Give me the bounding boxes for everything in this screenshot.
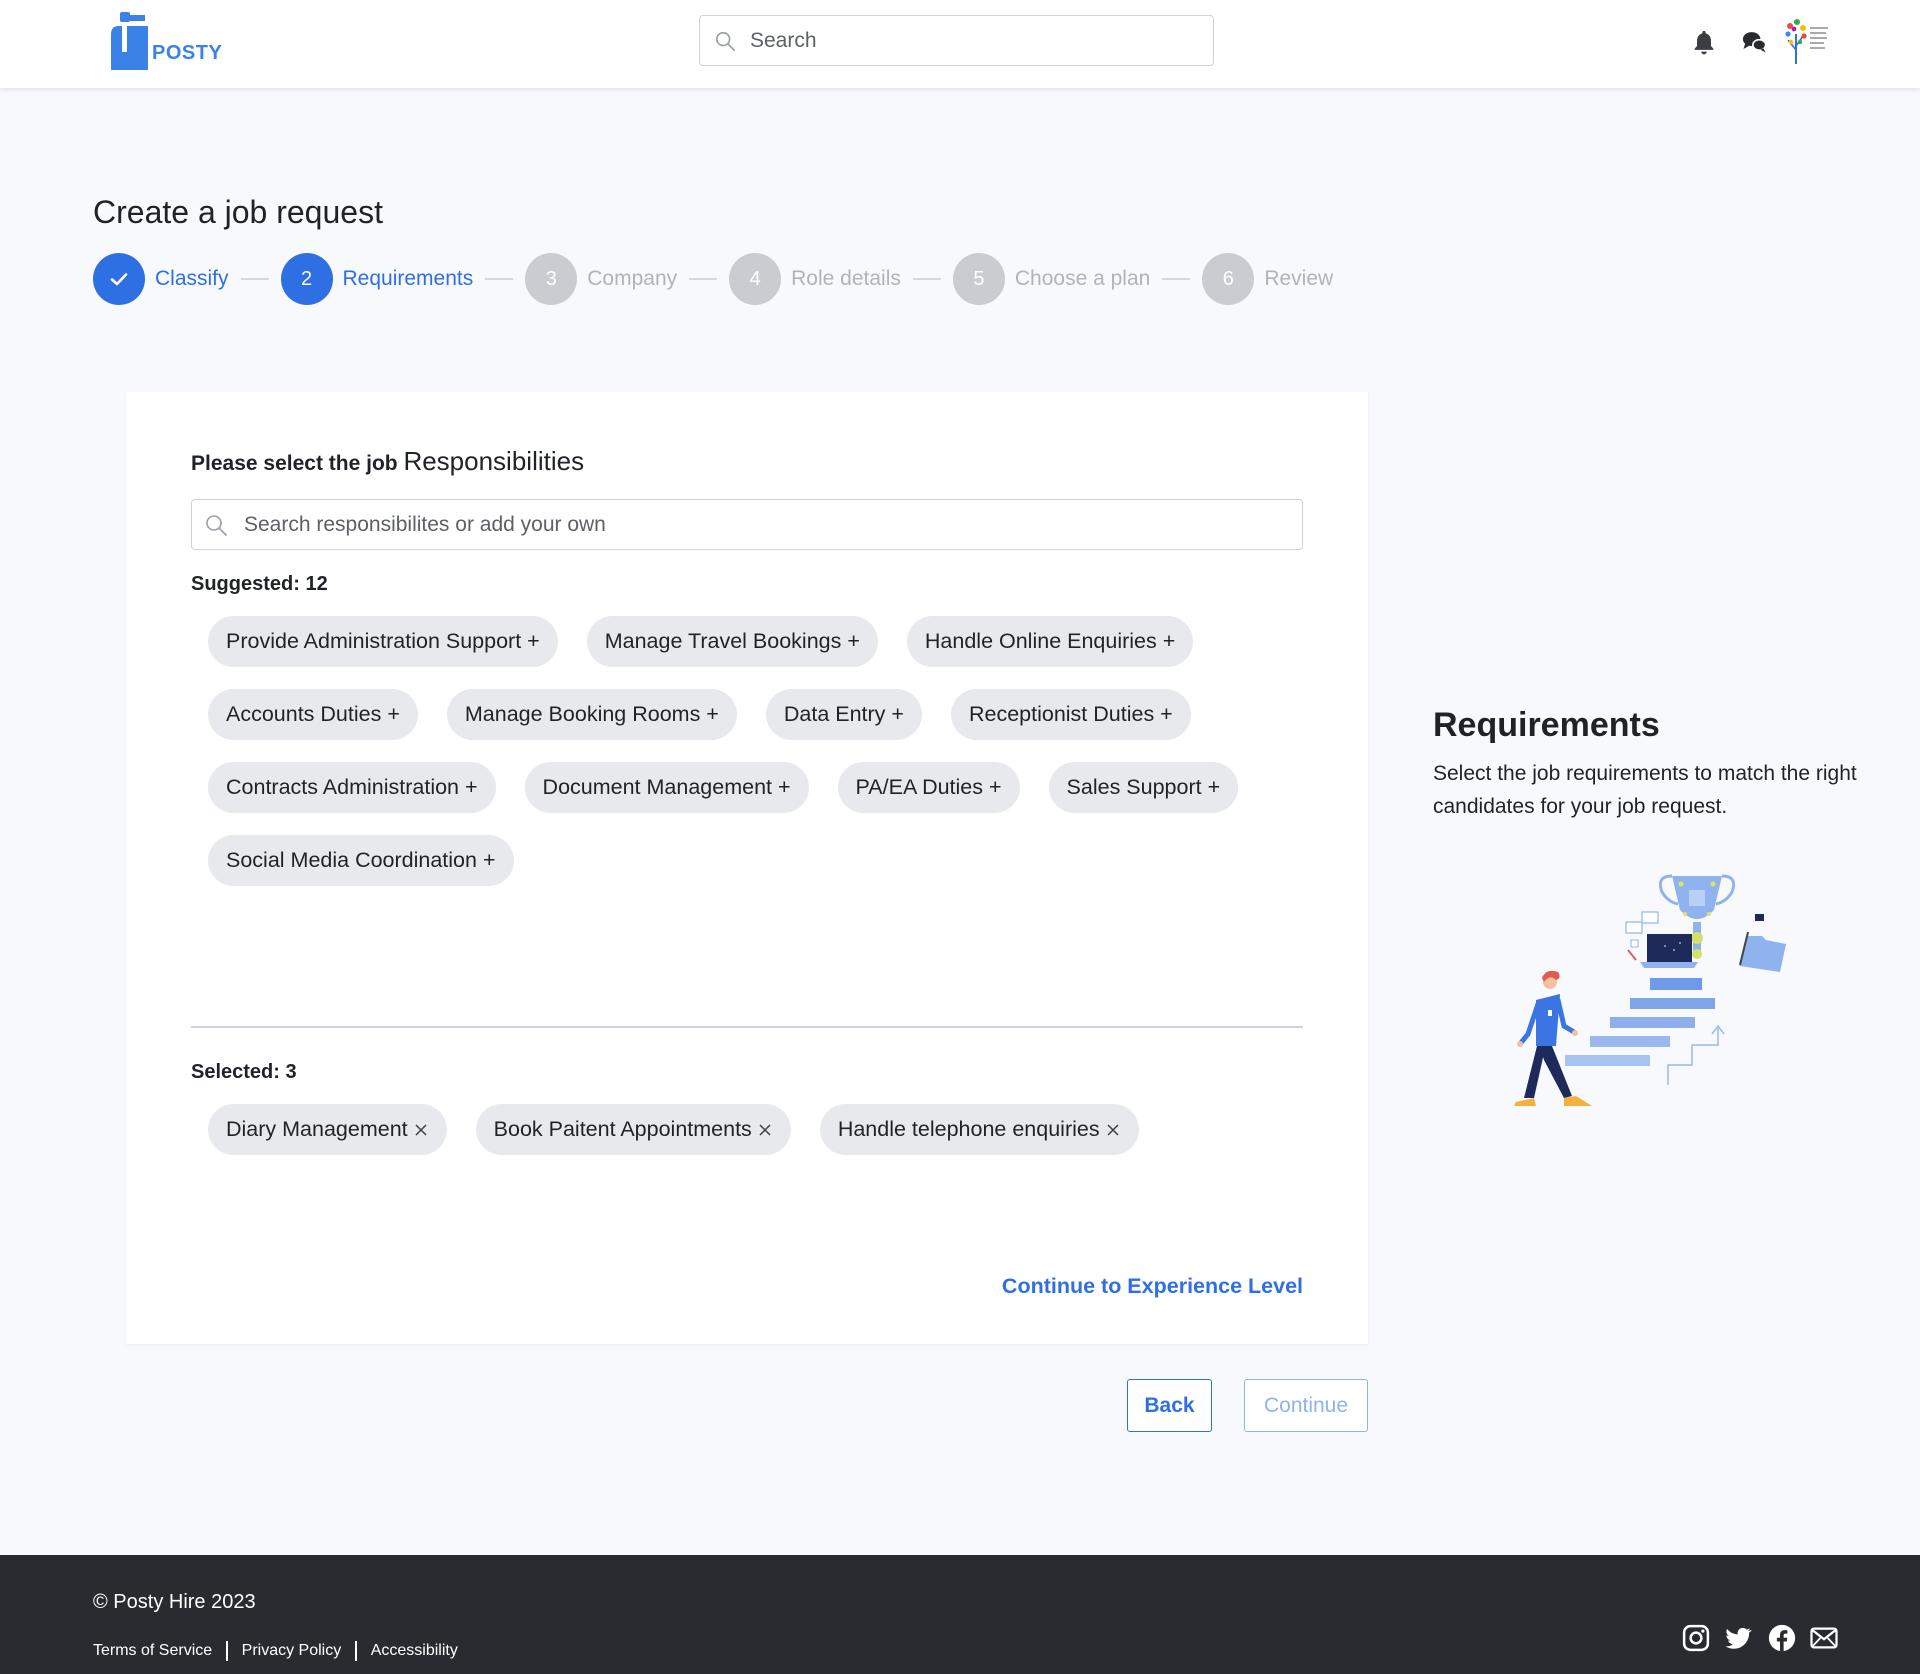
career-trophy-illustration [1514,874,1786,1106]
selected-chip[interactable]: Handle telephone enquiries [819,1104,1139,1155]
terms-of-service-link[interactable]: Terms of Service [93,1642,212,1660]
step-classify[interactable]: Classify [93,253,229,305]
page-title: Create a job request [93,194,383,230]
suggested-chip[interactable]: Document Management + [524,762,809,813]
step-label: Classify [155,267,229,290]
card-heading: Please select the job Responsibilities [191,446,584,477]
privacy-policy-link[interactable]: Privacy Policy [242,1642,342,1660]
responsibilities-card: Please select the job Responsibilities S… [126,392,1368,1344]
selected-chip-label: Book Paitent Appointments [493,1117,752,1141]
step-connector [1162,278,1191,280]
email-icon[interactable] [1809,1623,1839,1653]
suggested-chip[interactable]: Accounts Duties + [208,689,418,740]
step-label: Choose a plan [1014,267,1151,290]
logo-text: POSTY [152,42,223,64]
continue-button[interactable]: Continue [1244,1379,1368,1432]
suggested-chip[interactable]: Social Media Coordination + [208,835,514,886]
step-number-circle: 5 [952,253,1005,305]
step-label: Company [587,267,678,290]
back-button[interactable]: Back [1127,1379,1212,1432]
suggested-chip[interactable]: PA/EA Duties + [837,762,1020,813]
selected-chip-list: Diary Management Book Paitent Appointmen… [208,1104,1308,1155]
suggested-chip[interactable]: Manage Travel Bookings + [586,616,878,667]
selected-count: Selected: 3 [191,1061,297,1083]
side-panel-description: Select the job requirements to match the… [1433,762,1857,818]
step-label: Review [1264,267,1334,290]
global-search-input[interactable] [750,28,1190,53]
selected-chip[interactable]: Diary Management [208,1104,447,1155]
suggested-chip[interactable]: Sales Support + [1048,762,1239,813]
step-number-circle: 2 [280,253,333,305]
chat-icon[interactable] [1740,28,1768,56]
top-header: POSTY [0,0,1920,88]
posty-logo[interactable]: POSTY [108,12,228,72]
site-footer: © Posty Hire 2023 Terms of Service Priva… [0,1555,1920,1674]
instagram-icon[interactable] [1681,1623,1711,1653]
step-number-circle: 4 [729,253,782,305]
suggested-chip[interactable]: Contracts Administration + [208,762,496,813]
card-heading-prefix: Please select the job [191,452,404,475]
step-choose-plan[interactable]: 5 Choose a plan [952,253,1151,305]
logo-mailbox-icon [111,12,148,70]
footer-links: Terms of Service Privacy Policy Accessib… [93,1641,458,1661]
responsibility-search[interactable] [191,499,1303,550]
facebook-icon[interactable] [1767,1623,1797,1653]
copyright-text: © Posty Hire 2023 [93,1591,256,1613]
selected-chip-label: Diary Management [226,1117,408,1141]
twitter-icon[interactable] [1723,1623,1753,1653]
selected-chip[interactable]: Book Paitent Appointments [475,1104,791,1155]
step-connector [689,278,718,280]
step-label: Requirements [342,267,474,290]
suggested-chip-list: Provide Administration Support + Manage … [208,616,1308,886]
suggested-chip[interactable]: Manage Booking Rooms + [446,689,737,740]
step-number-circle: 3 [525,253,578,305]
step-requirements[interactable]: 2 Requirements [280,253,474,305]
suggested-chip[interactable]: Data Entry + [765,689,922,740]
suggested-count: Suggested: 12 [191,573,328,595]
section-divider [191,1026,1303,1028]
step-number-circle: 6 [1202,253,1255,305]
notification-bell-icon[interactable] [1690,28,1718,56]
step-company[interactable]: 3 Company [525,253,677,305]
close-icon[interactable] [1105,1122,1121,1138]
suggested-chip[interactable]: Provide Administration Support + [208,616,558,667]
step-review[interactable]: 6 Review [1202,253,1333,305]
global-search[interactable] [699,15,1214,66]
suggested-chip[interactable]: Handle Online Enquiries + [906,616,1194,667]
search-icon [206,514,227,536]
checkmark-icon [110,273,128,286]
user-avatar-logo[interactable] [1780,16,1832,66]
close-icon[interactable] [413,1122,429,1138]
step-connector [912,278,941,280]
progress-stepper: Classify 2 Requirements 3 Company 4 Role… [93,253,1333,305]
responsibility-search-input[interactable] [244,512,1284,537]
accessibility-link[interactable]: Accessibility [371,1642,458,1660]
close-icon[interactable] [757,1122,773,1138]
step-connector [485,278,514,280]
search-icon [715,31,735,51]
step-role-details[interactable]: 4 Role details [729,253,901,305]
suggested-chip[interactable]: Receptionist Duties + [950,689,1191,740]
step-connector [240,278,269,280]
selected-chip-label: Handle telephone enquiries [837,1117,1100,1141]
card-heading-main: Responsibilities [403,446,585,476]
link-separator [355,1641,357,1661]
step-1-complete-circle [93,253,145,305]
link-separator [226,1641,228,1661]
step-label: Role details [791,267,901,290]
continue-to-experience-link[interactable]: Continue to Experience Level [1002,1274,1303,1299]
side-panel-title: Requirements [1433,706,1660,744]
